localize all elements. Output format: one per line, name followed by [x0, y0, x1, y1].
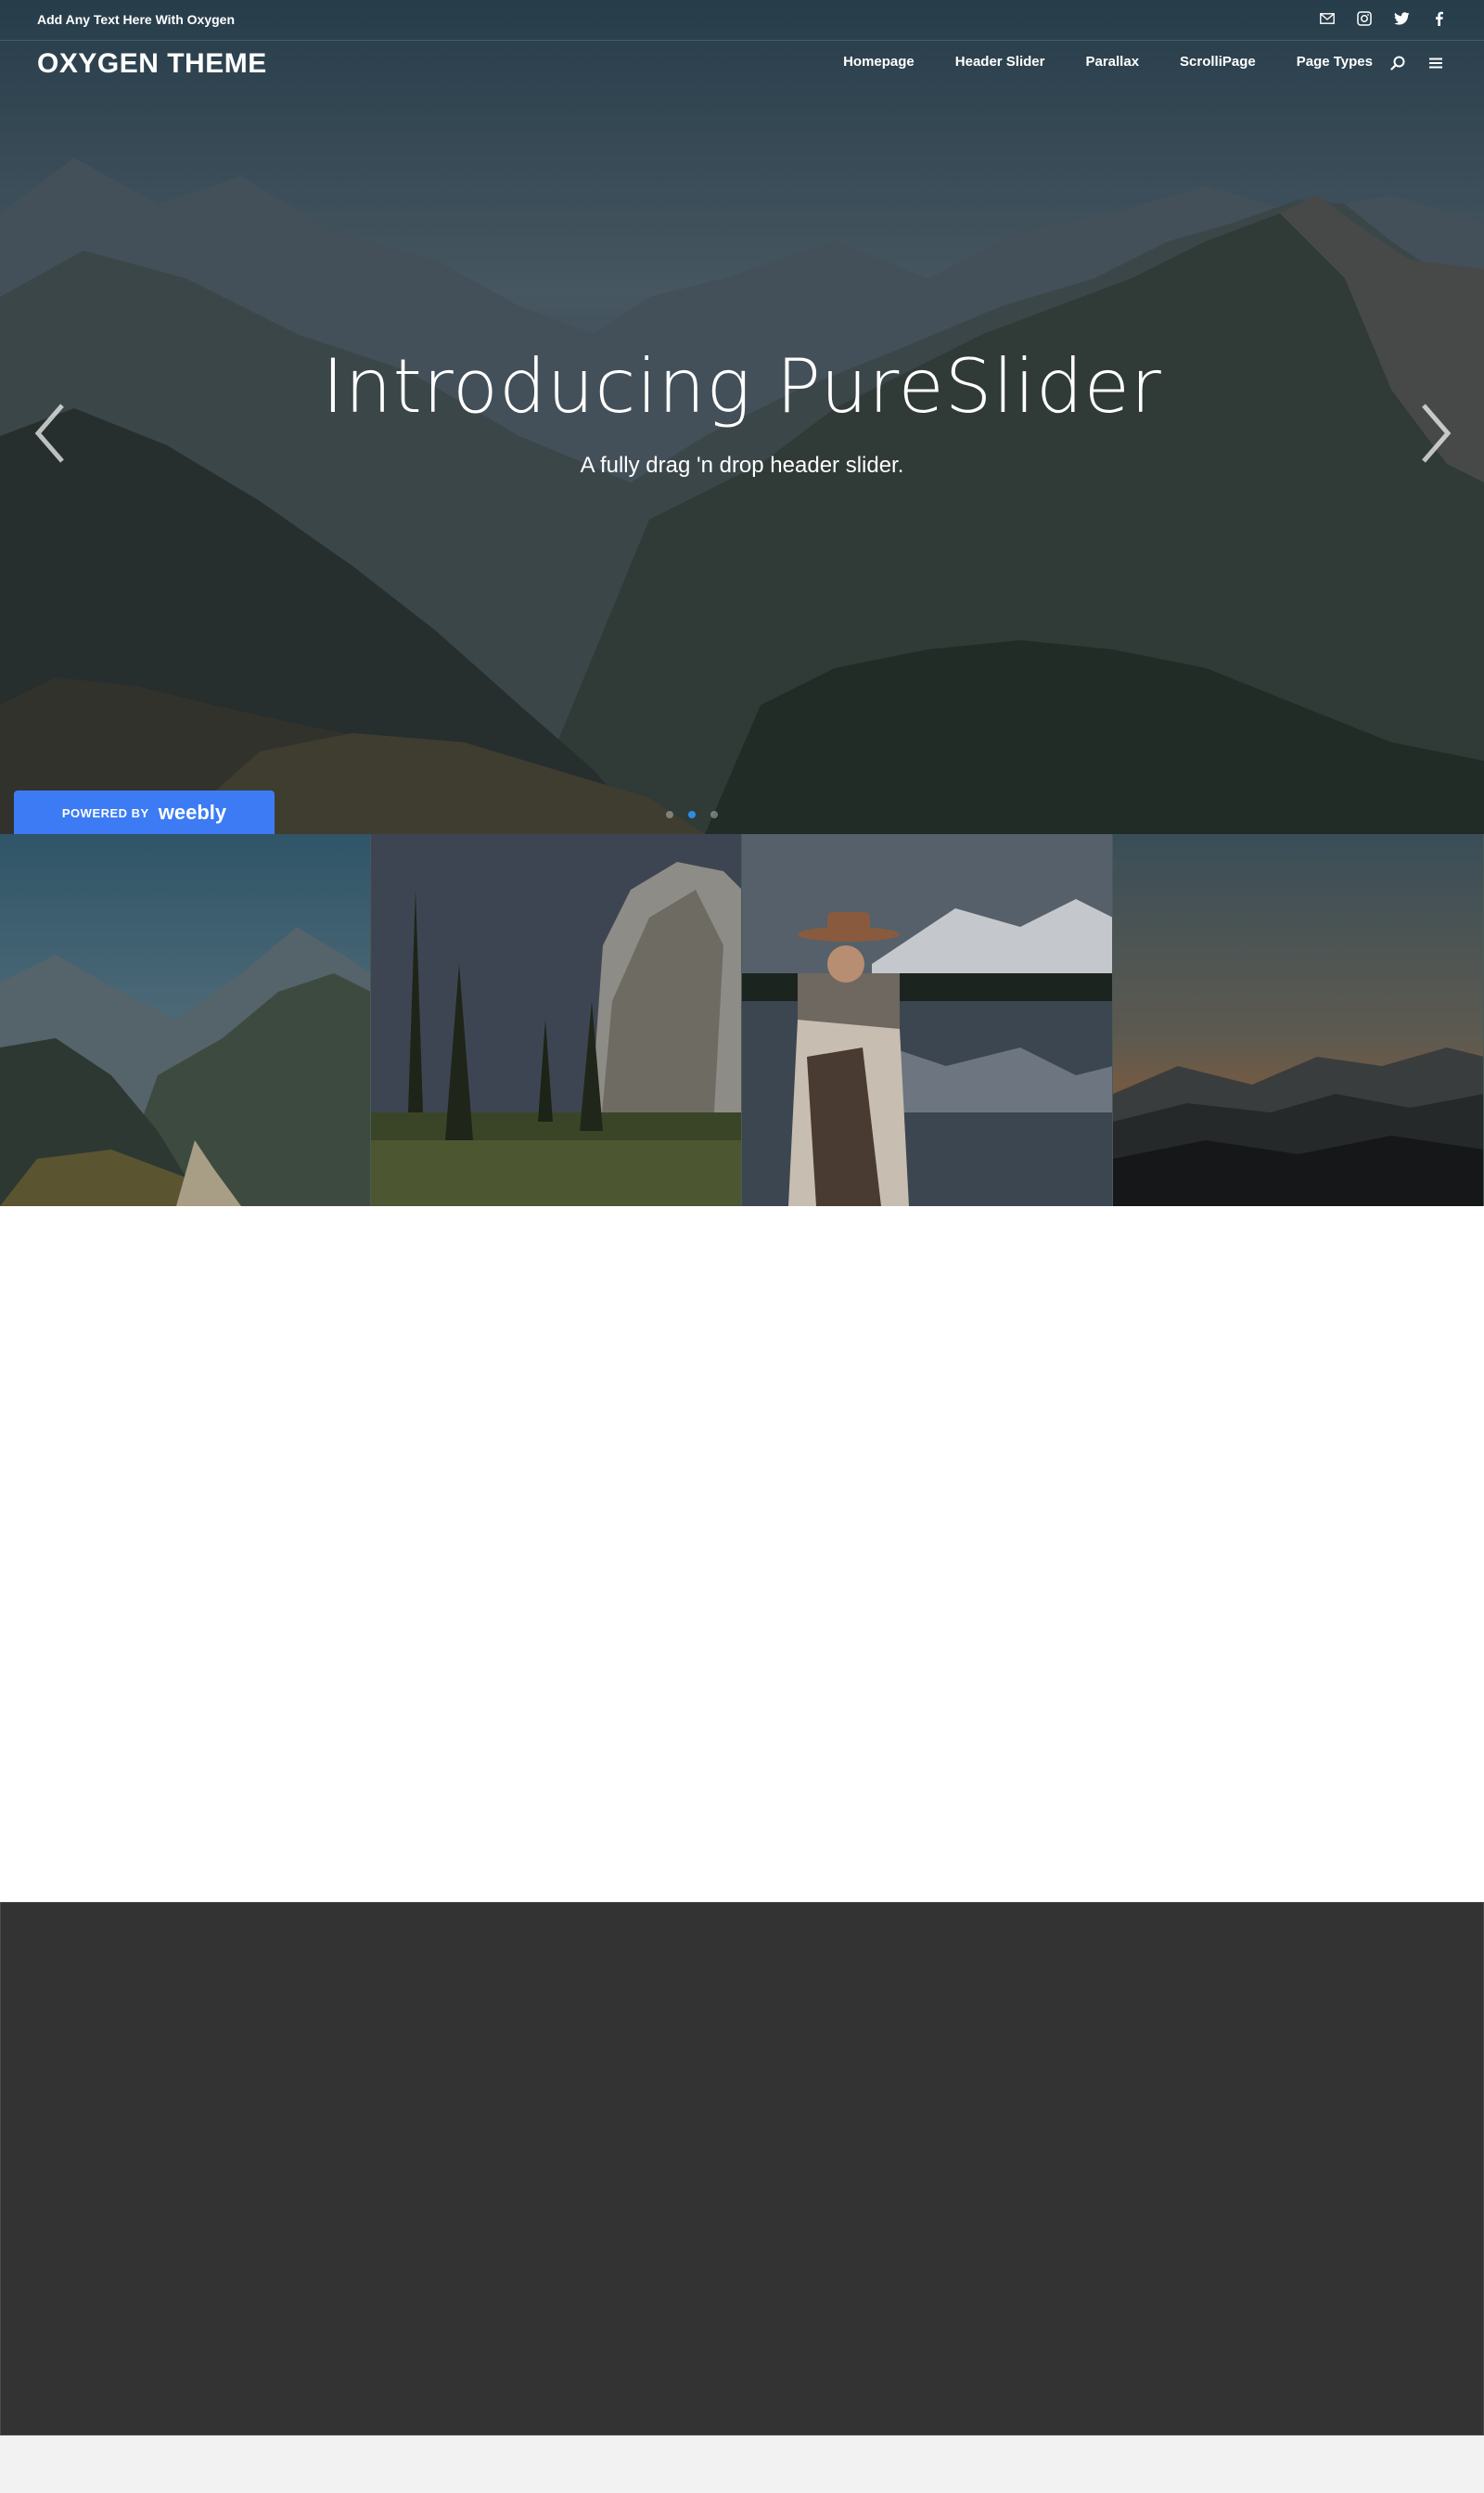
slider-title: Introducing PureSlider — [322, 343, 1162, 430]
nav-scrollipage[interactable]: ScrolliPage — [1180, 54, 1256, 70]
powered-by-weebly-badge[interactable]: POWERED BY weebly — [14, 790, 275, 834]
hero-slider: Add Any Text Here With Oxygen OXYGEN THE… — [0, 0, 1484, 834]
slider-dot[interactable] — [666, 811, 673, 818]
slider-dots — [666, 811, 718, 818]
main-nav: Homepage Header Slider Parallax ScrolliP… — [843, 54, 1373, 70]
nav-page-types[interactable]: Page Types — [1297, 54, 1373, 70]
twitter-icon[interactable] — [1393, 9, 1410, 28]
menu-icon[interactable] — [1426, 54, 1445, 72]
gallery-tile-woman-lake[interactable] — [742, 834, 1113, 1206]
gallery-tile-forest-cliff[interactable] — [371, 834, 742, 1206]
page-bottom — [0, 2435, 1484, 2493]
slider-prev-arrow[interactable] — [32, 401, 70, 466]
mail-icon[interactable] — [1319, 9, 1336, 28]
topbar: Add Any Text Here With Oxygen — [0, 0, 1484, 41]
powered-by-label: POWERED BY — [61, 805, 149, 820]
gallery-tile-sunset-hills[interactable] — [1113, 834, 1484, 1206]
nav-parallax[interactable]: Parallax — [1085, 54, 1139, 70]
gallery-tile-mountain-valley[interactable] — [0, 834, 371, 1206]
search-icon[interactable] — [1388, 54, 1407, 72]
slider-next-arrow[interactable] — [1416, 401, 1453, 466]
weebly-logo: weebly — [158, 801, 227, 824]
site-logo[interactable]: OXYGEN THEME — [37, 48, 267, 80]
slider-dot-active[interactable] — [688, 811, 696, 818]
social-links — [1319, 9, 1447, 28]
nav-header-slider[interactable]: Header Slider — [955, 54, 1045, 70]
slider-subtitle: A fully drag 'n drop header slider. — [580, 453, 904, 478]
image-gallery — [0, 834, 1484, 1206]
facebook-icon[interactable] — [1430, 9, 1447, 28]
nav-homepage[interactable]: Homepage — [843, 54, 915, 70]
content-section — [0, 1206, 1484, 1902]
slider-dot[interactable] — [710, 811, 718, 818]
footer-section — [0, 1902, 1484, 2435]
topbar-text: Add Any Text Here With Oxygen — [37, 12, 236, 27]
instagram-icon[interactable] — [1356, 9, 1373, 28]
